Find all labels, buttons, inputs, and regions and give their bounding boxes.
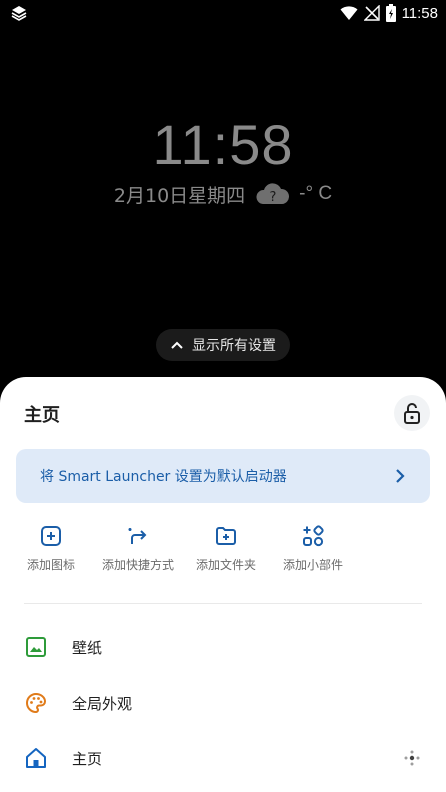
cloud-question-icon: ? — [256, 183, 290, 205]
banner-text: 将 Smart Launcher 设置为默认启动器 — [40, 469, 287, 485]
quick-actions: 添加图标 添加快捷方式 添加文件夹 添加小部件 — [0, 524, 446, 574]
status-bar: 11:58 — [0, 0, 446, 26]
date-weather-row[interactable]: 2月10日星期四 ? -° C — [0, 180, 446, 208]
add-folder-button[interactable]: 添加文件夹 — [176, 524, 276, 573]
set-default-launcher-banner[interactable]: 将 Smart Launcher 设置为默认启动器 — [16, 449, 430, 503]
temperature: -° C — [299, 183, 333, 204]
divider — [24, 603, 422, 604]
add-widget-icon — [303, 525, 324, 547]
menu-label-global-appearance: 全局外观 — [72, 694, 133, 713]
sheet-title: 主页 — [24, 405, 60, 426]
unlock-icon — [404, 403, 420, 424]
home-icon — [26, 748, 46, 768]
add-square-icon — [41, 526, 61, 546]
status-time: 11:58 — [401, 4, 438, 22]
add-widget-label: 添加小部件 — [282, 558, 343, 572]
shortcut-arrow-icon — [128, 528, 147, 544]
add-shortcut-label: 添加快捷方式 — [101, 558, 174, 572]
menu-label-wallpaper: 壁纸 — [72, 638, 103, 657]
add-icon-label: 添加图标 — [26, 558, 75, 572]
chevron-up-icon — [171, 341, 183, 349]
menu-item-global-appearance[interactable]: 全局外观 — [0, 683, 446, 723]
wifi-icon — [340, 6, 358, 20]
menu-item-wallpaper[interactable]: 壁纸 — [0, 627, 446, 667]
show-all-settings-label: 显示所有设置 — [192, 338, 276, 354]
clock[interactable]: 11:58 — [0, 112, 446, 177]
add-folder-icon — [216, 527, 236, 545]
add-shortcut-button[interactable]: 添加快捷方式 — [88, 524, 188, 573]
wallpaper-icon — [26, 637, 46, 657]
palette-icon — [26, 692, 47, 714]
add-icon-button[interactable]: 添加图标 — [1, 524, 101, 573]
battery-charging-icon — [385, 4, 396, 22]
chevron-right-icon — [396, 469, 405, 483]
lock-button[interactable] — [394, 395, 430, 431]
no-signal-icon — [363, 5, 380, 21]
menu-label-home: 主页 — [72, 749, 103, 768]
date-text: 2月10日星期四 — [113, 184, 246, 207]
bottom-sheet: 主页 将 Smart Launcher 设置为默认启动器 添加图标 添加快捷方式… — [0, 377, 446, 792]
menu-item-home[interactable]: 主页 — [0, 738, 446, 778]
show-all-settings-button[interactable]: 显示所有设置 — [156, 329, 290, 361]
layers-icon — [11, 6, 27, 21]
add-widget-button[interactable]: 添加小部件 — [263, 524, 363, 573]
add-folder-label: 添加文件夹 — [195, 558, 256, 572]
drag-handle-icon[interactable] — [402, 748, 422, 768]
svg-text:?: ? — [270, 190, 277, 205]
